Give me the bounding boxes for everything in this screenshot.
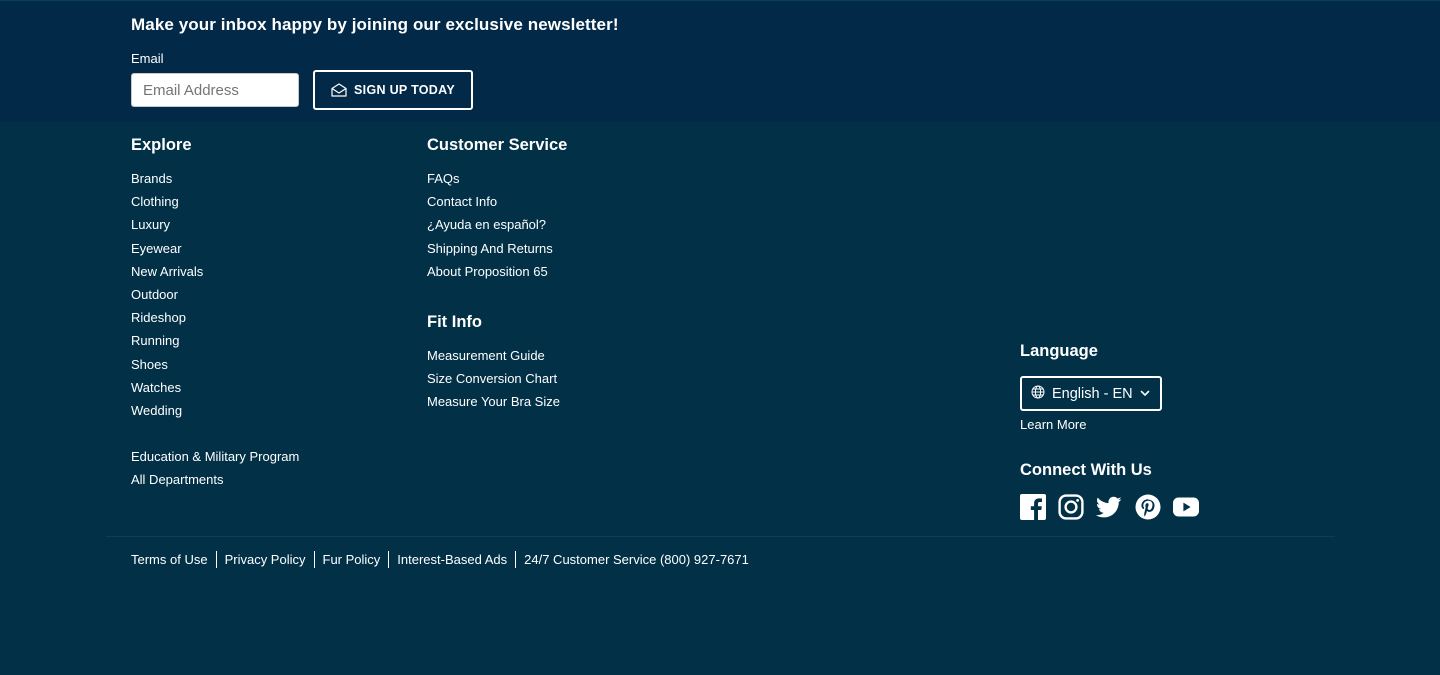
pinterest-icon[interactable] (1135, 494, 1161, 520)
cs-link-proposition-65[interactable]: About Proposition 65 (427, 260, 553, 283)
cs-link-ayuda[interactable]: ¿Ayuda en español? (427, 213, 553, 236)
explore-link-brands[interactable]: Brands (131, 167, 203, 190)
customer-service-list: FAQs Contact Info ¿Ayuda en español? Shi… (427, 167, 553, 283)
language-learn-more-link[interactable]: Learn More (1020, 417, 1086, 432)
email-input[interactable] (131, 73, 299, 107)
youtube-icon[interactable] (1173, 494, 1199, 520)
legal-separator (215, 550, 217, 568)
language-select[interactable]: English - EN (1020, 376, 1162, 411)
fur-policy-link[interactable]: Fur Policy (323, 552, 381, 567)
globe-icon (1031, 385, 1045, 403)
explore-link-rideshop[interactable]: Rideshop (131, 306, 203, 329)
explore-link-eyewear[interactable]: Eyewear (131, 237, 203, 260)
sign-up-button[interactable]: SIGN UP TODAY (313, 70, 473, 110)
explore-link-all-departments[interactable]: All Departments (131, 468, 299, 491)
connect-heading: Connect With Us (1020, 461, 1152, 479)
legal-separator (515, 550, 517, 568)
fit-link-measurement-guide[interactable]: Measurement Guide (427, 344, 560, 367)
customer-service-heading: Customer Service (427, 136, 568, 154)
language-heading: Language (1020, 342, 1098, 360)
email-label: Email (131, 51, 164, 66)
legal-separator (313, 550, 315, 568)
privacy-policy-link[interactable]: Privacy Policy (225, 552, 306, 567)
cs-link-contact-info[interactable]: Contact Info (427, 190, 553, 213)
explore-heading: Explore (131, 136, 192, 154)
cs-link-shipping-returns[interactable]: Shipping And Returns (427, 237, 553, 260)
terms-of-use-link[interactable]: Terms of Use (131, 552, 208, 567)
envelope-open-icon (331, 83, 347, 97)
fit-info-heading: Fit Info (427, 313, 482, 331)
customer-service-phone-link[interactable]: 24/7 Customer Service (800) 927-7671 (524, 552, 749, 567)
explore-link-luxury[interactable]: Luxury (131, 213, 203, 236)
legal-links: Terms of Use Privacy Policy Fur Policy I… (131, 549, 749, 569)
explore-link-watches[interactable]: Watches (131, 376, 203, 399)
explore-link-shoes[interactable]: Shoes (131, 353, 203, 376)
explore-link-clothing[interactable]: Clothing (131, 190, 203, 213)
sign-up-label: SIGN UP TODAY (354, 83, 455, 97)
fit-info-list: Measurement Guide Size Conversion Chart … (427, 344, 560, 414)
facebook-icon[interactable] (1020, 494, 1046, 520)
footer-divider (106, 536, 1335, 537)
explore-link-wedding[interactable]: Wedding (131, 399, 203, 422)
explore-list: Brands Clothing Luxury Eyewear New Arriv… (131, 167, 203, 422)
chevron-down-icon (1139, 387, 1151, 403)
newsletter-heading: Make your inbox happy by joining our exc… (131, 15, 619, 34)
instagram-icon[interactable] (1058, 494, 1084, 520)
fit-link-bra-size[interactable]: Measure Your Bra Size (427, 390, 560, 413)
explore-link-new-arrivals[interactable]: New Arrivals (131, 260, 203, 283)
fit-link-size-conversion[interactable]: Size Conversion Chart (427, 367, 560, 390)
explore-link-running[interactable]: Running (131, 329, 203, 352)
legal-separator (388, 550, 390, 568)
explore-link-outdoor[interactable]: Outdoor (131, 283, 203, 306)
interest-based-ads-link[interactable]: Interest-Based Ads (397, 552, 507, 567)
explore-extra-list: Education & Military Program All Departm… (131, 445, 299, 491)
language-value: English - EN (1052, 385, 1133, 402)
newsletter-section: Make your inbox happy by joining our exc… (0, 0, 1440, 122)
twitter-icon[interactable] (1096, 494, 1122, 520)
explore-link-education-military[interactable]: Education & Military Program (131, 445, 299, 468)
cs-link-faqs[interactable]: FAQs (427, 167, 553, 190)
